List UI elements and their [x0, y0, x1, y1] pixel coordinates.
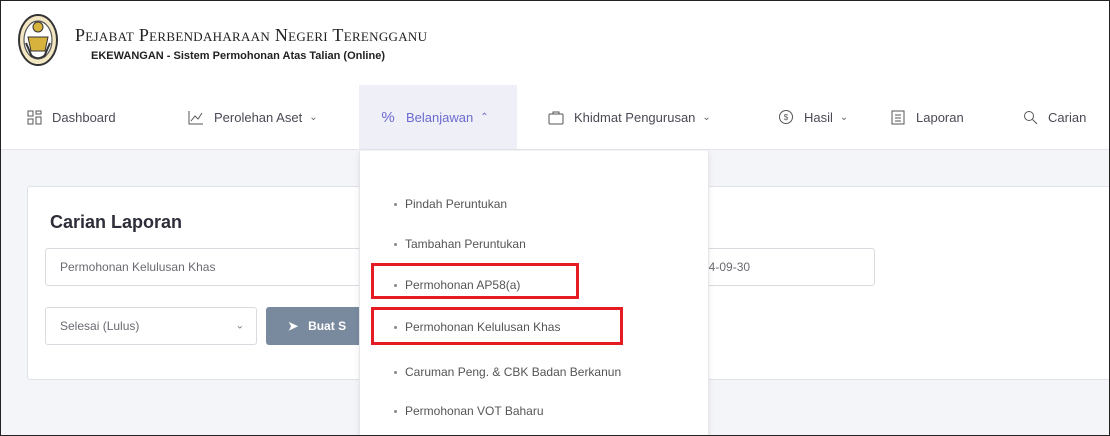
nav-carian[interactable]: Carian [1021, 85, 1086, 149]
search-icon [1021, 108, 1039, 126]
menu-item-caruman-peng-cbk[interactable]: Caruman Peng. & CBK Badan Berkanun [360, 365, 708, 379]
status-select[interactable]: Selesai (Lulus) ⌄ [45, 307, 257, 345]
menu-item-label: Caruman Peng. & CBK Badan Berkanun [405, 365, 622, 379]
percent-icon: % [381, 108, 395, 126]
buat-laporan-button[interactable]: ➤ Buat S [266, 307, 366, 345]
bullet-icon [394, 410, 397, 414]
panel-title: Carian Laporan [50, 212, 183, 232]
nav-belanjawan[interactable]: % Belanjawan ⌃ [359, 85, 517, 149]
highlight-box-kelulusan-khas [371, 307, 623, 345]
nav-carian-label: Carian [1048, 109, 1087, 125]
bullet-icon [394, 243, 397, 247]
svg-text:$: $ [784, 113, 789, 122]
menu-item-tambahan-peruntukan[interactable]: Tambahan Peruntukan [360, 237, 708, 251]
nav-perolehan-aset-label: Perolehan Aset [214, 109, 303, 125]
bullet-icon [394, 371, 397, 375]
menu-item-label: Tambahan Peruntukan [405, 237, 526, 251]
chevron-down-icon: ⌄ [702, 111, 711, 123]
nav-perolehan-aset[interactable]: Perolehan Aset ⌄ [187, 85, 318, 149]
nav-laporan[interactable]: Laporan [889, 85, 964, 149]
chevron-up-icon: ⌃ [480, 111, 489, 123]
status-value: Selesai (Lulus) [60, 319, 140, 333]
dollar-coin-icon: $ [777, 108, 795, 126]
nav-khidmat-pengurusan-label: Khidmat Pengurusan [574, 109, 696, 125]
chevron-down-icon: ⌄ [309, 111, 318, 123]
nav-belanjawan-label: Belanjawan [406, 109, 474, 125]
main-nav: Dashboard Perolehan Aset ⌄ % Belanjawan … [1, 85, 1109, 150]
chevron-down-icon: ⌄ [235, 320, 244, 332]
nav-laporan-label: Laporan [916, 109, 964, 125]
menu-item-pindah-peruntukan[interactable]: Pindah Peruntukan [360, 197, 708, 211]
briefcase-icon [547, 108, 565, 126]
nav-khidmat-pengurusan[interactable]: Khidmat Pengurusan ⌄ [547, 85, 711, 149]
system-subtitle: EKEWANGAN - Sistem Permohonan Atas Talia… [91, 50, 385, 62]
pin-icon: ➤ [288, 319, 299, 333]
nav-dashboard-label: Dashboard [52, 109, 116, 125]
nav-hasil[interactable]: $ Hasil ⌄ [777, 85, 848, 149]
app-window: Pejabat Perbendaharaan Negeri Terengganu… [0, 0, 1110, 436]
report-icon [889, 108, 907, 126]
highlight-box-ap58a [371, 263, 579, 299]
state-crest-logo [18, 14, 58, 66]
header: Pejabat Perbendaharaan Negeri Terengganu… [1, 1, 1109, 86]
nav-dashboard[interactable]: Dashboard [25, 85, 116, 149]
menu-item-label: Pindah Peruntukan [405, 197, 508, 211]
org-title: Pejabat Perbendaharaan Negeri Terengganu [75, 25, 428, 45]
jenis-permohonan-select[interactable]: Permohonan Kelulusan Khas [45, 248, 365, 286]
jenis-permohonan-value: Permohonan Kelulusan Khas [60, 260, 216, 274]
menu-item-label: Permohonan VOT Baharu [405, 404, 544, 418]
buat-laporan-label: Buat S [308, 319, 347, 333]
date-range-value: 24-09-30 [702, 260, 751, 274]
bullet-icon [394, 203, 397, 207]
nav-hasil-label: Hasil [804, 109, 833, 125]
chevron-down-icon: ⌄ [839, 111, 849, 123]
line-chart-icon [187, 108, 205, 126]
menu-item-permohonan-vot-baharu[interactable]: Permohonan VOT Baharu [360, 404, 708, 418]
dashboard-icon [25, 108, 43, 126]
